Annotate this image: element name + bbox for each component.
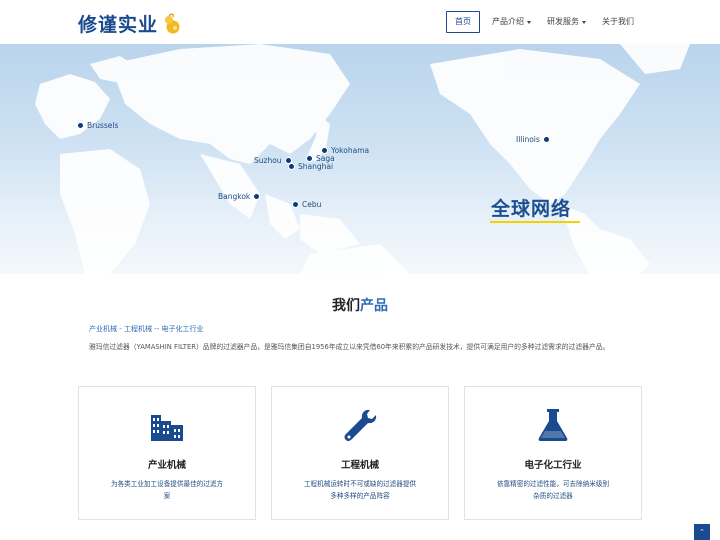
city-label: Illinois — [516, 135, 540, 144]
city-label: Yokohama — [331, 146, 370, 155]
location-dot-icon — [542, 136, 550, 143]
card-desc: 依靠精密的过滤性能，可去除纳米级别杂质的过滤器 — [496, 480, 610, 500]
card-desc: 工程机械运转时不可或缺的过滤器提供多种多样的产品阵容 — [303, 480, 417, 500]
banner-title-underline — [490, 221, 580, 223]
map-marker-shanghai: Shanghai — [288, 162, 336, 171]
section-title: 我们产品 — [0, 295, 720, 315]
chevron-down-icon — [527, 20, 531, 24]
scroll-to-top-button[interactable]: ⌃ — [694, 524, 710, 540]
location-dot-icon — [292, 201, 299, 208]
nav-products-label: 产品介绍 — [492, 17, 524, 26]
map-marker-bangkok: Bangkok — [215, 192, 261, 201]
nav-products[interactable]: 产品介绍 — [484, 11, 539, 33]
main-nav: 首页 产品介绍 研发服务 关于我们 — [446, 11, 642, 33]
card-title: 电子化工行业 — [524, 460, 582, 471]
chevron-down-icon — [582, 20, 586, 24]
location-dot-icon — [306, 155, 313, 162]
map-marker-yokohama: Yokohama — [321, 146, 372, 155]
location-dot-icon — [321, 147, 328, 154]
city-label: Bangkok — [218, 192, 251, 201]
card-title: 产业机械 — [147, 460, 186, 471]
location-dot-icon — [77, 122, 84, 129]
card-industrial-machinery[interactable]: 产业机械 为各类工业加工设备提供最佳的过滤方案 — [78, 386, 256, 520]
nav-about[interactable]: 关于我们 — [594, 11, 642, 33]
nav-home-label: 首页 — [455, 17, 471, 26]
nav-home[interactable]: 首页 — [446, 11, 480, 33]
section-title-accent: 产品 — [360, 298, 388, 314]
map-marker-cebu: Cebu — [292, 200, 324, 209]
nav-about-label: 关于我们 — [602, 17, 634, 26]
card-electronics-chemical[interactable]: 电子化工行业 依靠精密的过滤性能，可去除纳米级别杂质的过滤器 — [464, 386, 642, 520]
nav-rnd-label: 研发服务 — [547, 17, 579, 26]
logo-text: 修谨实业 — [78, 14, 159, 36]
wrench-icon — [344, 409, 377, 442]
section-title-main: 我们 — [332, 298, 360, 314]
nav-rnd-services[interactable]: 研发服务 — [539, 11, 594, 33]
location-dot-icon — [253, 193, 261, 200]
flask-icon — [538, 409, 568, 441]
logo[interactable]: 修谨实业 — [78, 10, 180, 37]
breadcrumb[interactable]: 产业机械 - 工程机械 -- 电子化工行业 — [89, 324, 203, 334]
logo-mark-icon — [165, 13, 180, 33]
card-construction-machinery[interactable]: 工程机械 工程机械运转时不可或缺的过滤器提供多种多样的产品阵容 — [271, 386, 449, 520]
card-desc: 为各类工业加工设备提供最佳的过滤方案 — [110, 480, 224, 500]
factory-icon — [151, 415, 183, 441]
world-map-graphic — [35, 44, 690, 274]
city-label: Shanghai — [298, 162, 334, 171]
location-dot-icon — [288, 163, 295, 170]
hero-banner: Brussels Suzhou Saga Yokohama Shanghai B… — [0, 44, 720, 274]
map-marker-suzhou: Suzhou — [251, 156, 292, 165]
header: 修谨实业 首页 产品介绍 研发服务 关于我们 — [0, 0, 720, 44]
map-marker-brussels: Brussels — [77, 121, 121, 130]
card-title: 工程机械 — [340, 460, 379, 471]
map-marker-illinois: Illinois — [513, 135, 550, 144]
city-label: Cebu — [302, 200, 322, 209]
banner-title: 全球网络 — [491, 198, 572, 220]
city-label: Suzhou — [254, 156, 282, 165]
city-label: Brussels — [87, 121, 119, 130]
intro-text: 雅玛信过滤器（YAMASHIN FILTER）品牌的过滤器产品，是雅玛信集团自1… — [89, 343, 610, 351]
product-cards: 产业机械 为各类工业加工设备提供最佳的过滤方案 工程机械 工程机械运转时不可或缺… — [78, 386, 642, 520]
